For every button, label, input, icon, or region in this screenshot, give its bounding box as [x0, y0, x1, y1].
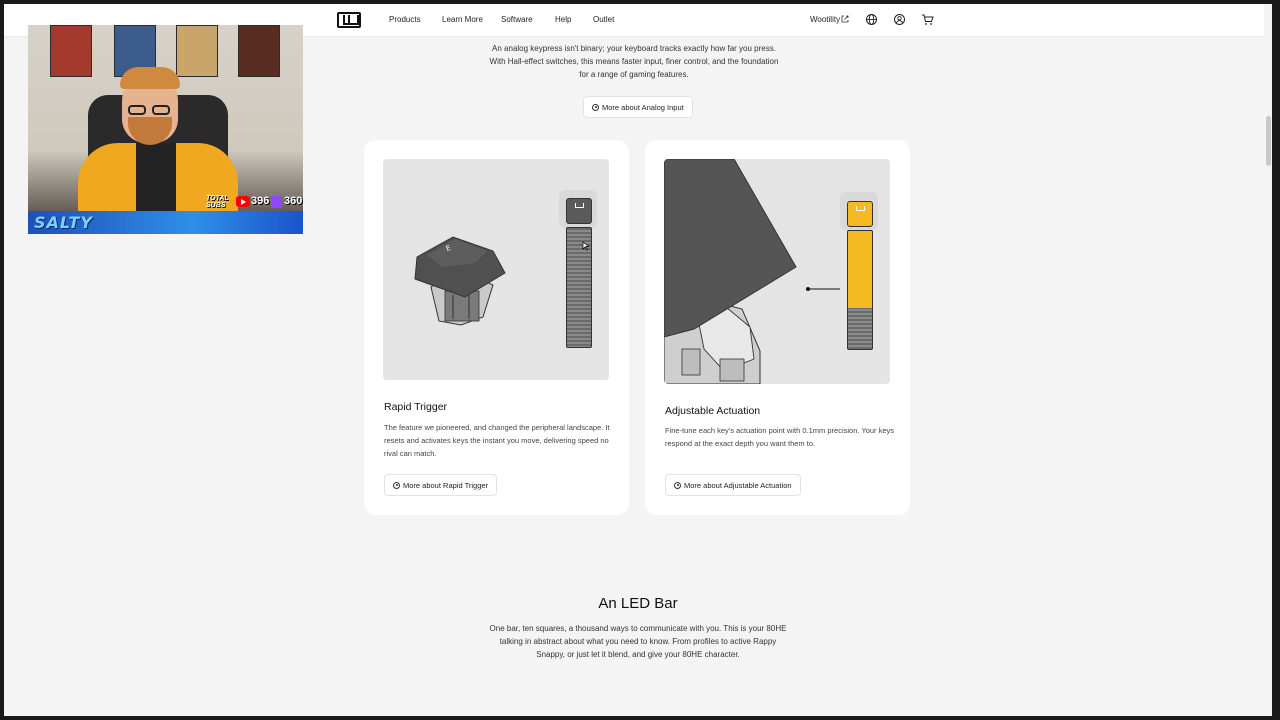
- twitch-icon: [271, 196, 282, 208]
- mouse-cursor-icon: [582, 241, 590, 251]
- more-analog-input-label: More about Analog Input: [602, 102, 684, 112]
- streamer-hair: [120, 67, 180, 89]
- logo-mark-icon: [575, 203, 584, 208]
- actuation-depth-bar: [847, 230, 873, 350]
- circle-dot-icon: [674, 481, 681, 489]
- glasses: [126, 105, 174, 115]
- page-scrollbar[interactable]: [1264, 4, 1272, 716]
- adjustable-actuation-card: Adjustable Actuation Fine-tune each key'…: [645, 140, 910, 515]
- external-link-icon: [841, 15, 849, 23]
- indicator-key-active: [847, 201, 873, 227]
- twitch-sub-count: 360: [284, 195, 303, 207]
- led-bar-heading: An LED Bar: [598, 595, 678, 612]
- rapid-trigger-title: Rapid Trigger: [384, 401, 448, 413]
- logo-mark-icon: [856, 206, 865, 211]
- cart-icon[interactable]: [921, 13, 934, 26]
- nav-outlet[interactable]: Outlet: [593, 15, 614, 24]
- wooting-logo[interactable]: [337, 12, 361, 28]
- indicator-key: [566, 198, 592, 224]
- more-adjustable-actuation-button[interactable]: More about Adjustable Actuation: [665, 474, 801, 496]
- overlay-banner: SALTY: [28, 211, 303, 234]
- analog-intro-text: An analog keypress isn't binary; your ke…: [489, 44, 779, 79]
- globe-icon[interactable]: [865, 13, 878, 26]
- adjustable-actuation-illustration: [664, 159, 890, 384]
- total-subs-label: TOTAL SUBS: [206, 195, 229, 209]
- rapid-trigger-description: The feature we pioneered, and changed th…: [384, 423, 610, 458]
- nav-software[interactable]: Software: [501, 15, 533, 24]
- wall-poster: [238, 25, 280, 77]
- more-analog-input-button[interactable]: More about Analog Input: [583, 96, 693, 118]
- rapid-trigger-card: E Rapid Trigger The feature we pioneered…: [364, 140, 629, 515]
- youtube-icon: [236, 196, 250, 207]
- nav-learn-more[interactable]: Learn More: [442, 15, 483, 24]
- adjustable-actuation-description: Fine-tune each key's actuation point wit…: [665, 426, 895, 448]
- circle-dot-icon: [592, 103, 599, 111]
- account-icon[interactable]: [893, 13, 906, 26]
- nav-products[interactable]: Products: [389, 15, 421, 24]
- nav-help[interactable]: Help: [555, 15, 571, 24]
- wall-poster: [50, 25, 92, 77]
- adjustable-actuation-title: Adjustable Actuation: [665, 405, 761, 417]
- led-bar-description: One bar, ten squares, a thousand ways to…: [489, 624, 787, 659]
- more-rapid-trigger-label: More about Rapid Trigger: [403, 480, 489, 490]
- more-adjustable-actuation-label: More about Adjustable Actuation: [684, 480, 792, 490]
- streamer-brand: SALTY: [34, 213, 93, 232]
- actuation-depth-fill: [848, 231, 872, 308]
- wall-poster: [176, 25, 218, 77]
- circle-dot-icon: [393, 481, 400, 489]
- nav-wootility[interactable]: Wootility: [810, 15, 840, 24]
- scrollbar-thumb[interactable]: [1266, 116, 1271, 166]
- youtube-sub-count: 396: [251, 195, 270, 207]
- rapid-trigger-illustration: E: [383, 159, 609, 380]
- streamer-webcam-overlay: TOTAL SUBS 396 360 SALTY: [28, 25, 303, 234]
- more-rapid-trigger-button[interactable]: More about Rapid Trigger: [384, 474, 498, 496]
